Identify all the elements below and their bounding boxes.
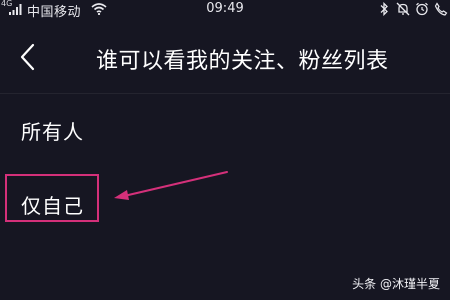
watermark: 头条 @沐瑾半夏 <box>352 277 440 291</box>
alarm-icon <box>416 2 428 16</box>
option-label: 所有人 <box>21 120 84 144</box>
header-divider <box>0 93 450 94</box>
annotation-arrow <box>114 171 228 200</box>
nav-header: 谁可以看我的关注、粉丝列表 <box>0 20 450 94</box>
option-everyone[interactable]: 所有人 <box>0 104 450 156</box>
privacy-settings-screen: 4G 中国移动 09:49 谁可以看我的关注、粉丝列表 所有人 仅自己 头条 @… <box>0 0 450 300</box>
chevron-left-icon <box>20 43 35 71</box>
mute-icon <box>396 2 410 16</box>
bluetooth-icon <box>380 2 388 16</box>
phone-icon <box>434 2 448 16</box>
highlight-box <box>5 174 99 222</box>
page-title: 谁可以看我的关注、粉丝列表 <box>96 49 389 74</box>
back-button[interactable] <box>14 40 44 74</box>
status-bar: 4G 中国移动 09:49 <box>0 0 450 20</box>
